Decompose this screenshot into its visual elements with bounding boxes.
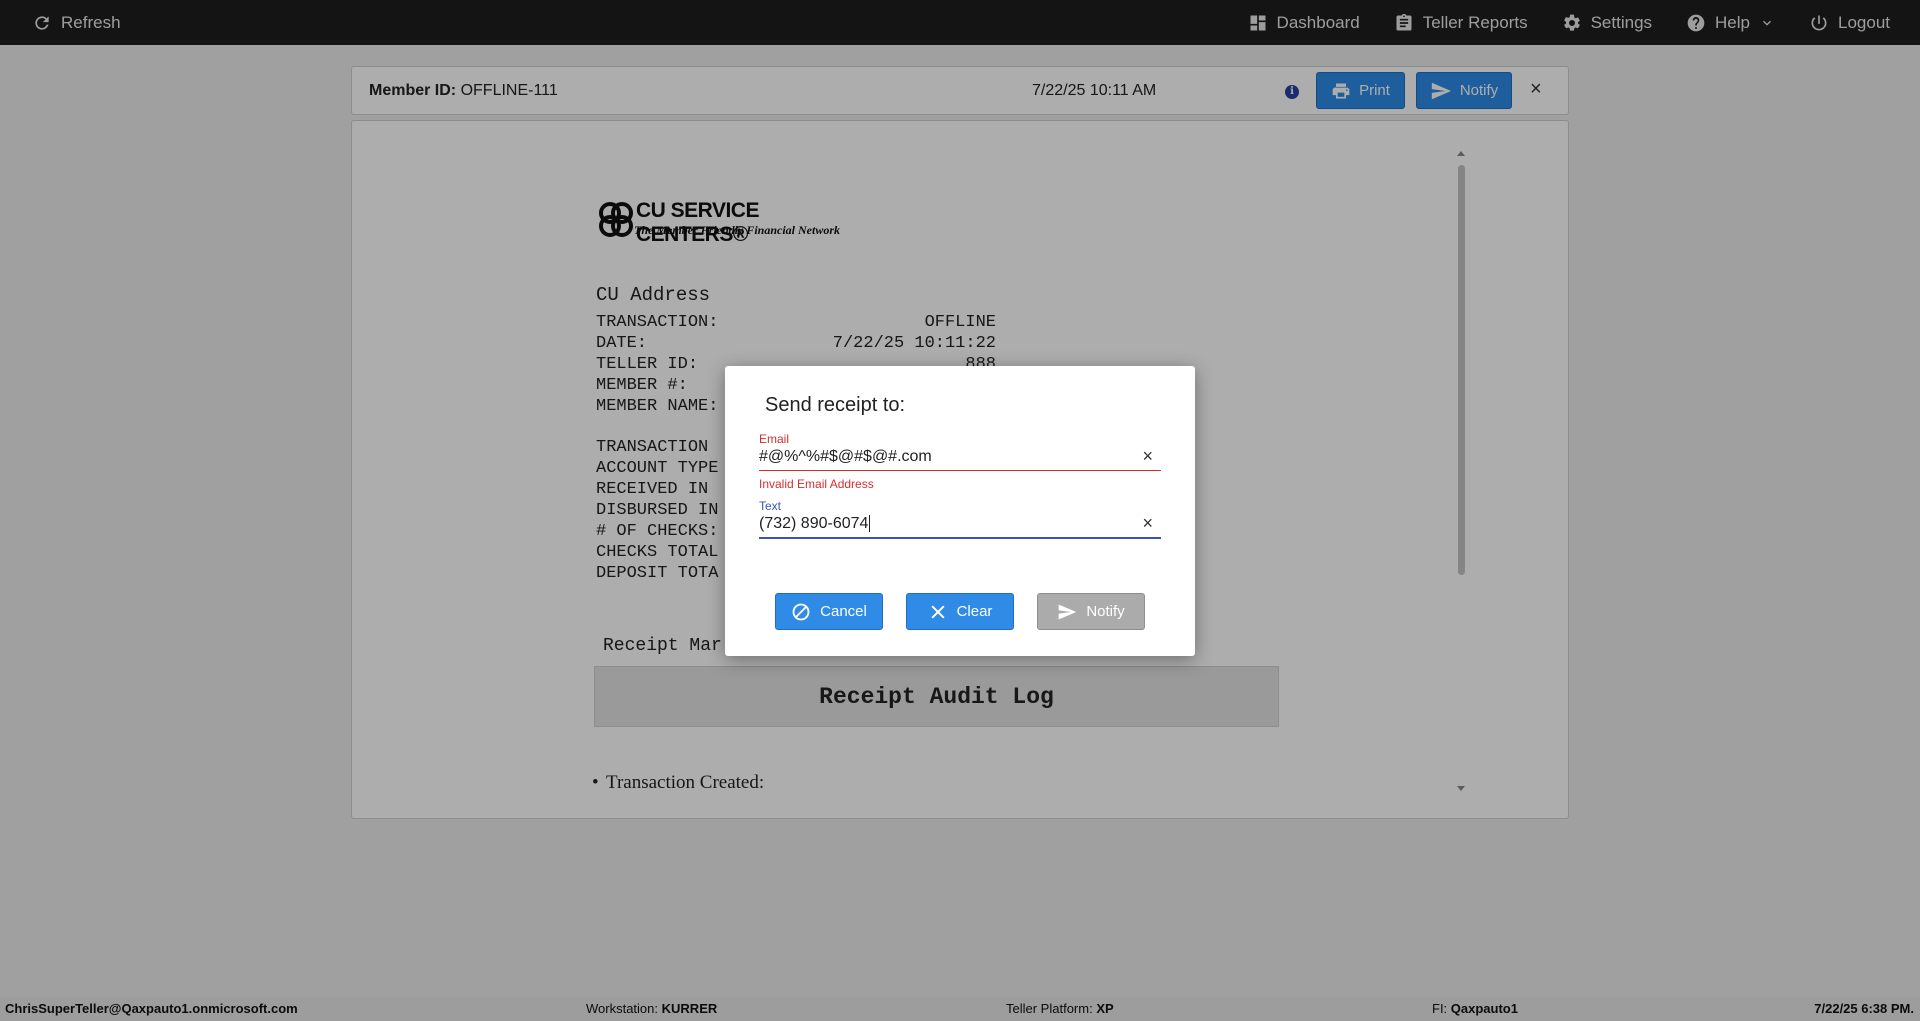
cancel-label: Cancel: [820, 603, 867, 620]
email-input[interactable]: #@%^%#$@#$@#.com: [759, 448, 932, 466]
text-input-value: (732) 890-6074: [759, 515, 869, 532]
email-underline: [759, 470, 1161, 471]
clear-button[interactable]: Clear: [906, 593, 1014, 630]
text-clear-icon[interactable]: ×: [1142, 513, 1153, 534]
close-icon: [931, 604, 945, 619]
email-field[interactable]: Email #@%^%#$@#$@#.com × Invalid Email A…: [759, 432, 1161, 492]
email-error: Invalid Email Address: [759, 477, 874, 491]
send-receipt-dialog: Send receipt to: Email #@%^%#$@#$@#.com …: [725, 366, 1195, 656]
text-input[interactable]: (732) 890-6074: [759, 515, 871, 533]
dialog-title: Send receipt to:: [765, 394, 906, 416]
dialog-notify-button[interactable]: Notify: [1037, 593, 1145, 630]
cancel-button[interactable]: Cancel: [775, 593, 883, 630]
cancel-icon: [792, 603, 810, 620]
send-icon: [1058, 604, 1077, 619]
email-clear-icon[interactable]: ×: [1142, 446, 1153, 467]
dialog-notify-label: Notify: [1086, 603, 1125, 620]
clear-label: Clear: [956, 603, 993, 620]
text-underline: [759, 537, 1161, 539]
email-label: Email: [759, 432, 790, 446]
text-label: Text: [759, 499, 782, 513]
text-caret: [869, 515, 871, 533]
text-field[interactable]: Text (732) 890-6074 ×: [759, 499, 1161, 543]
